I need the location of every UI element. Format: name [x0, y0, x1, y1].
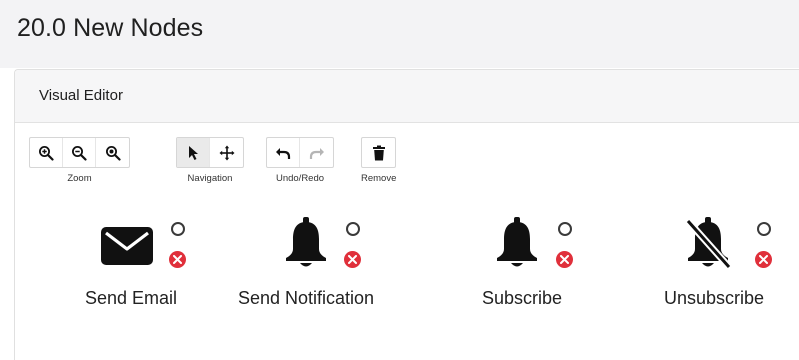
pointer-button[interactable]	[177, 138, 210, 167]
node-remove-icon[interactable]	[755, 251, 772, 268]
page-header: 20.0 New Nodes	[0, 0, 799, 68]
undo-redo-group: Undo/Redo	[266, 137, 334, 184]
redo-icon	[309, 147, 324, 159]
node-send-notification[interactable]: Send Notification	[206, 217, 396, 328]
node-remove-icon[interactable]	[169, 251, 186, 268]
node-subscribe[interactable]: Subscribe	[426, 217, 616, 328]
redo-button[interactable]	[300, 138, 333, 167]
page-title: 20.0 New Nodes	[17, 14, 204, 42]
move-button[interactable]	[210, 138, 243, 167]
zoom-reset-icon	[105, 145, 121, 161]
node-remove-icon[interactable]	[556, 251, 573, 268]
navigation-group: Navigation	[176, 137, 244, 184]
zoom-out-button[interactable]	[63, 138, 96, 167]
zoom-group-label: Zoom	[67, 173, 92, 184]
remove-button[interactable]	[362, 138, 395, 167]
move-icon	[219, 145, 234, 160]
zoom-reset-button[interactable]	[96, 138, 129, 167]
panel-title: Visual Editor	[39, 87, 123, 104]
node-unsubscribe[interactable]: Unsubscribe	[615, 217, 799, 328]
node-connect-radio[interactable]	[346, 222, 360, 236]
node-connect-radio[interactable]	[558, 222, 572, 236]
remove-group: Remove	[361, 137, 396, 184]
zoom-in-button[interactable]	[30, 138, 63, 167]
node-remove-icon[interactable]	[344, 251, 361, 268]
panel-header: Visual Editor	[15, 70, 799, 123]
node-connect-radio[interactable]	[171, 222, 185, 236]
bell-slash-icon	[685, 217, 732, 269]
node-label: Send Notification	[237, 288, 375, 308]
trash-icon	[372, 145, 385, 160]
node-label: Subscribe	[481, 288, 563, 308]
envelope-icon	[101, 227, 153, 265]
node-send-email[interactable]: Send Email	[36, 218, 226, 328]
node-label: Send Email	[84, 288, 178, 308]
undo-icon	[276, 147, 291, 159]
navigation-group-label: Navigation	[187, 173, 233, 184]
node-label: Unsubscribe	[663, 288, 765, 308]
node-connect-radio[interactable]	[757, 222, 771, 236]
pointer-icon	[189, 145, 198, 160]
zoom-group: Zoom	[29, 137, 130, 184]
undo-redo-group-label: Undo/Redo	[275, 173, 325, 184]
visual-editor-panel: Visual Editor Zoom Navigation Undo/Redo …	[14, 69, 799, 360]
bell-icon	[497, 217, 537, 267]
remove-group-label: Remove	[361, 173, 397, 184]
zoom-out-icon	[72, 145, 87, 161]
bell-icon	[286, 217, 326, 267]
zoom-in-icon	[39, 145, 54, 161]
undo-button[interactable]	[267, 138, 300, 167]
